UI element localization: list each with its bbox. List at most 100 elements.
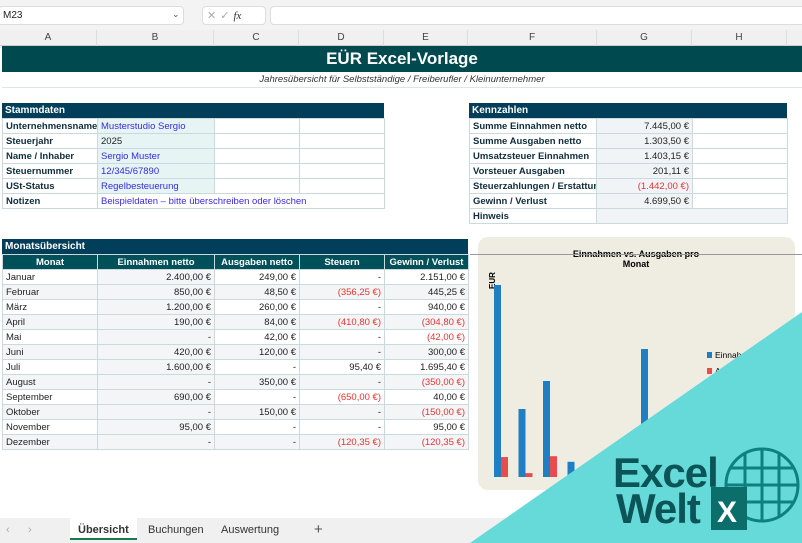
amount-cell[interactable]: 42,00 € [214,329,300,345]
amount-cell[interactable]: - [214,434,300,450]
kennzahl-label[interactable]: Hinweis [469,208,597,224]
amount-cell[interactable]: - [97,329,215,345]
kennzahl-value[interactable]: 1.403,15 € [596,148,693,164]
tab-scroll-left-icon[interactable]: ‹ [6,518,10,543]
cell[interactable] [214,178,300,194]
amount-cell[interactable]: 2.400,00 € [97,269,215,285]
column-header-D[interactable]: D [299,30,384,46]
bar-1-0[interactable] [501,457,508,477]
monatsuebersicht-header[interactable]: Monatsübersicht [2,239,468,254]
kennzahl-value[interactable] [596,208,788,224]
amount-cell[interactable]: 48,50 € [214,284,300,300]
amount-cell[interactable]: 2.151,00 € [384,269,469,285]
bar-1-7[interactable] [672,449,680,477]
amount-cell[interactable]: 40,00 € [384,389,469,405]
field-label[interactable]: USt-Status [2,178,98,194]
kennzahl-value[interactable]: 7.445,00 € [596,118,693,134]
kennzahl-label[interactable]: Summe Einnahmen netto [469,118,597,134]
amount-cell[interactable]: (356,25 €) [299,284,385,300]
kennzahl-value[interactable]: (1.442,00 €) [596,178,693,194]
amount-cell[interactable]: 420,00 € [97,344,215,360]
month-name[interactable]: Oktober [2,404,98,420]
amount-cell[interactable]: 940,00 € [384,299,469,315]
column-header[interactable]: Einnahmen netto [97,254,215,270]
bar-1-2[interactable] [550,456,557,477]
amount-cell[interactable]: - [97,434,215,450]
month-name[interactable]: Januar [2,269,98,285]
cell[interactable] [299,133,385,149]
tab-auswertung[interactable]: Auswertung [213,518,287,543]
page-title[interactable]: EÜR Excel-Vorlage [2,46,802,72]
month-name[interactable]: März [2,299,98,315]
month-name[interactable]: Juli [2,359,98,375]
amount-cell[interactable]: - [299,374,385,390]
cell[interactable] [692,118,788,134]
amount-cell[interactable]: - [214,419,300,435]
month-name[interactable]: Februar [2,284,98,300]
cell[interactable] [692,148,788,164]
cell[interactable] [692,133,788,149]
amount-cell[interactable]: - [299,299,385,315]
amount-cell[interactable]: (150,00 €) [384,404,469,420]
amount-cell[interactable]: 300,00 € [384,344,469,360]
amount-cell[interactable]: 1.200,00 € [97,299,215,315]
month-name[interactable]: April [2,314,98,330]
column-header-H[interactable]: H [692,30,787,46]
cell[interactable] [692,163,788,179]
kennzahl-value[interactable]: 4.699,50 € [596,193,693,209]
amount-cell[interactable]: (410,80 €) [299,314,385,330]
fx-icon[interactable]: fx [233,10,241,22]
field-label[interactable]: Name / Inhaber [2,148,98,164]
amount-cell[interactable]: (304,80 €) [384,314,469,330]
amount-cell[interactable]: 1.695,40 € [384,359,469,375]
month-name[interactable]: September [2,389,98,405]
cell[interactable] [214,118,300,134]
amount-cell[interactable]: 84,00 € [214,314,300,330]
cell[interactable] [214,133,300,149]
add-sheet-button[interactable]: + [314,518,323,543]
tab-buchungen[interactable]: Buchungen [140,518,212,543]
bar-1-9[interactable] [721,465,729,477]
column-header-A[interactable]: A [0,30,97,46]
cancel-icon[interactable]: ✕ [207,10,220,22]
cell[interactable] [692,193,788,209]
field-label[interactable]: Unternehmensname [2,118,98,134]
amount-cell[interactable]: (350,00 €) [384,374,469,390]
amount-cell[interactable]: 190,00 € [97,314,215,330]
bar-0-10[interactable] [739,469,746,477]
column-header[interactable]: Monat [2,254,98,270]
amount-cell[interactable]: 249,00 € [214,269,300,285]
bar-0-1[interactable] [518,409,526,477]
column-header[interactable]: Gewinn / Verlust [384,254,469,270]
field-label[interactable]: Notizen [2,193,98,209]
tab-übersicht[interactable]: Übersicht [70,518,137,540]
column-header[interactable]: Steuern [299,254,385,270]
amount-cell[interactable]: (120,35 €) [299,434,385,450]
amount-cell[interactable]: 150,00 € [214,404,300,420]
amount-cell[interactable]: - [299,344,385,360]
formula-input[interactable] [270,6,802,25]
amount-cell[interactable]: - [97,374,215,390]
cell[interactable] [299,178,385,194]
bar-1-5[interactable] [623,467,631,477]
bar-0-8[interactable] [690,421,697,477]
column-header-F[interactable]: F [468,30,597,46]
column-header-C[interactable]: C [214,30,299,46]
cell[interactable] [299,148,385,164]
bar-0-5[interactable] [616,443,624,477]
kennzahl-label[interactable]: Vorsteuer Ausgaben [469,163,597,179]
column-header[interactable]: Ausgaben netto [214,254,300,270]
field-value[interactable]: Sergio Muster [97,148,215,164]
tab-scroll-right-icon[interactable]: › [28,518,32,543]
amount-cell[interactable]: - [299,329,385,345]
kennzahl-label[interactable]: Summe Ausgaben netto [469,133,597,149]
amount-cell[interactable]: 690,00 € [97,389,215,405]
chevron-down-icon[interactable]: ⌄ [172,9,180,20]
kennzahl-label[interactable]: Gewinn / Verlust [469,193,597,209]
amount-cell[interactable]: (650,00 €) [299,389,385,405]
confirm-icon[interactable]: ✓ [220,10,233,22]
cell[interactable] [214,148,300,164]
field-value[interactable]: 2025 [97,133,215,149]
amount-cell[interactable]: 95,00 € [384,419,469,435]
amount-cell[interactable]: 350,00 € [214,374,300,390]
